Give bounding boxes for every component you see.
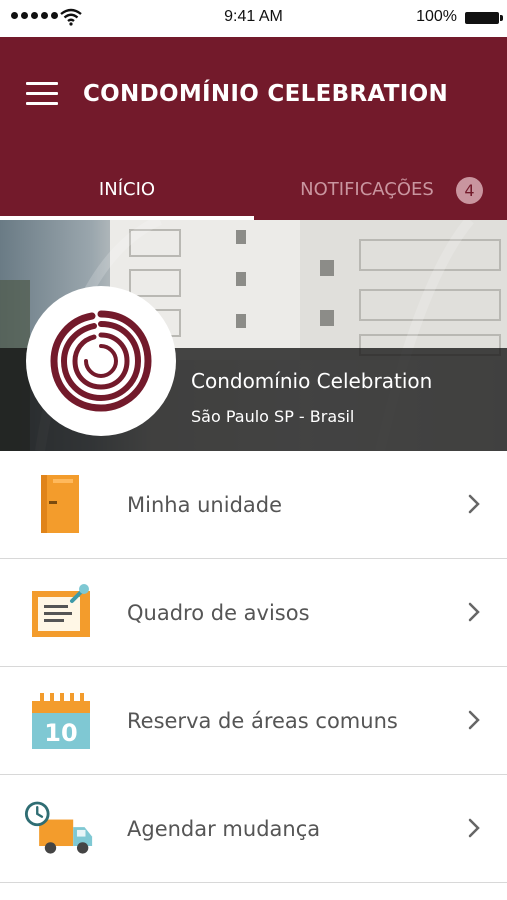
condominium-name: Condomínio Celebration — [191, 369, 433, 393]
tab-inicio-label: INÍCIO — [98, 179, 156, 200]
notification-count-badge: 4 — [456, 177, 483, 204]
menu-item-label: Minha unidade — [127, 493, 283, 517]
chevron-right-icon — [468, 818, 480, 838]
page-title: CONDOMÍNIO CELEBRATION — [83, 81, 448, 107]
condominium-logo — [26, 286, 176, 436]
app-header: CONDOMÍNIO CELEBRATION INÍCIO NOTIFICAÇÕ… — [0, 37, 507, 220]
door-icon — [41, 475, 79, 533]
moving-truck-icon — [24, 801, 93, 854]
tab-notificacoes[interactable]: NOTIFICAÇÕES 4 — [254, 167, 507, 220]
menu-hamburger-icon[interactable] — [26, 82, 58, 106]
chevron-right-icon — [468, 494, 480, 514]
menu-item-reserva-areas-comuns[interactable]: 10 Reserva de áreas comuns — [0, 667, 507, 775]
menu-item-label: Agendar mudança — [127, 817, 321, 841]
condominium-location: São Paulo SP - Brasil — [191, 407, 355, 426]
battery-percent: 100% — [416, 8, 457, 25]
status-bar: 9:41 AM 100% — [0, 0, 507, 37]
calendar-icon: 10 — [32, 693, 90, 749]
swirl-logo-icon — [50, 310, 152, 412]
calendar-day-number: 10 — [44, 719, 77, 747]
menu-item-label: Reserva de áreas comuns — [127, 709, 398, 733]
condominium-banner: Condomínio Celebration São Paulo SP - Br… — [0, 220, 507, 451]
menu-item-agendar-mudanca[interactable]: Agendar mudança — [0, 775, 507, 883]
chevron-right-icon — [468, 710, 480, 730]
menu-item-label: Quadro de avisos — [127, 601, 310, 625]
chevron-right-icon — [468, 602, 480, 622]
menu-item-minha-unidade[interactable]: Minha unidade — [0, 451, 507, 559]
tab-inicio[interactable]: INÍCIO — [0, 167, 254, 220]
menu-item-quadro-de-avisos[interactable]: Quadro de avisos — [0, 559, 507, 667]
notice-board-icon — [32, 584, 90, 637]
main-menu-list: Minha unidade Quadro de avisos 10 Reserv… — [0, 451, 507, 883]
battery-icon — [465, 12, 503, 24]
